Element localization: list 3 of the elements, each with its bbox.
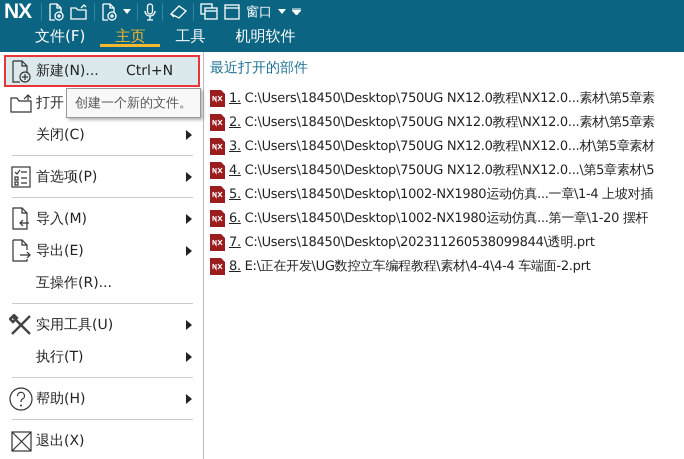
nx-logo: NX [4, 0, 32, 24]
section-title: 最近打开的部件 [210, 59, 309, 77]
tooltip: 创建一个新的文件。 [66, 88, 201, 118]
